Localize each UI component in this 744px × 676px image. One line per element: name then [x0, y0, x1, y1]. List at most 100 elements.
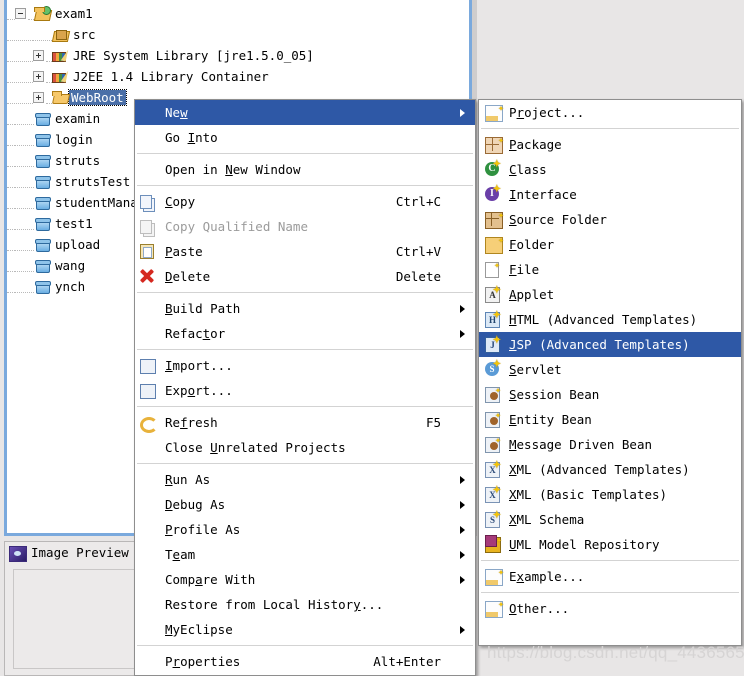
menu-item-debug-as[interactable]: Debug As	[135, 492, 475, 517]
menu-separator	[137, 153, 473, 154]
menu-item-refactor[interactable]: Refactor	[135, 321, 475, 346]
submenu-arrow-icon	[460, 330, 465, 338]
menu-item-source-folder[interactable]: ✦ Source Folder	[479, 207, 741, 232]
tree-item-j2ee-1-4-library-container[interactable]: J2EE 1.4 Library Container	[7, 65, 467, 86]
menu-item-applet[interactable]: A ✦ Applet	[479, 282, 741, 307]
menu-item-go-into[interactable]: Go Into	[135, 125, 475, 150]
menu-item-label: Build Path	[165, 301, 241, 316]
menu-item-html-advanced-templates[interactable]: H ✦ HTML (Advanced Templates)	[479, 307, 741, 332]
menu-item-label: XML (Advanced Templates)	[509, 462, 690, 477]
menu-item-label: Go Into	[165, 130, 218, 145]
menu-item-export[interactable]: Export...	[135, 378, 475, 403]
tree-item-exam1[interactable]: exam1	[7, 2, 467, 23]
menu-item-jsp-advanced-templates[interactable]: J ✦ JSP (Advanced Templates)	[479, 332, 741, 357]
tree-item-label: upload	[55, 237, 101, 252]
new-badge-icon: ✦	[497, 567, 504, 578]
tree-connector	[15, 197, 34, 209]
menu-item-label: Run As	[165, 472, 211, 487]
new-badge-icon: ✦	[492, 285, 501, 296]
tree-item-label: login	[55, 132, 93, 147]
servlet-icon: S ✦	[485, 360, 501, 376]
package-icon: ✦	[485, 136, 504, 154]
project-icon: ✦	[485, 104, 504, 122]
menu-item-build-path[interactable]: Build Path	[135, 296, 475, 321]
export-icon	[140, 384, 156, 399]
delete-icon	[140, 269, 154, 283]
menu-item-restore-from-local-history[interactable]: Restore from Local History...	[135, 592, 475, 617]
project-closed-icon	[34, 132, 51, 147]
menu-item-xml-advanced-templates[interactable]: X ✦ XML (Advanced Templates)	[479, 457, 741, 482]
new-submenu[interactable]: ✦ Project... ✦ Package C ✦ Class I ✦ Interface ✦ So…	[478, 99, 742, 646]
project-closed-icon	[34, 111, 51, 126]
tree-expand-toggle[interactable]	[33, 92, 44, 103]
menu-item-profile-as[interactable]: Profile As	[135, 517, 475, 542]
menu-separator	[481, 592, 739, 593]
menu-item-xml-schema[interactable]: S ✦ XML Schema	[479, 507, 741, 532]
menu-item-project[interactable]: ✦ Project...	[479, 100, 741, 125]
tree-expand-toggle[interactable]	[33, 71, 44, 82]
image-preview-icon	[9, 545, 27, 562]
project-closed-icon	[34, 258, 51, 273]
project-context-menu[interactable]: New Go Into Open in New Window Copy Ctrl+C Co…	[134, 99, 476, 676]
menu-separator	[137, 292, 473, 293]
menu-item-paste[interactable]: Paste Ctrl+V	[135, 239, 475, 264]
menu-item-copy[interactable]: Copy Ctrl+C	[135, 189, 475, 214]
tree-item-label: J2EE 1.4 Library Container	[73, 69, 269, 84]
menu-item-run-as[interactable]: Run As	[135, 467, 475, 492]
menu-separator	[137, 406, 473, 407]
copy-icon	[140, 195, 152, 209]
menu-item-entity-bean[interactable]: ✦ Entity Bean	[479, 407, 741, 432]
menu-item-folder[interactable]: ✦ Folder	[479, 232, 741, 257]
menu-item-label: Debug As	[165, 497, 226, 512]
new-badge-icon: ✦	[492, 159, 501, 170]
menu-item-open-in-new-window[interactable]: Open in New Window	[135, 157, 475, 182]
menu-item-other[interactable]: ✦ Other...	[479, 596, 741, 621]
menu-item-compare-with[interactable]: Compare With	[135, 567, 475, 592]
tree-connector	[15, 218, 34, 230]
session-bean-icon: ✦	[485, 386, 501, 403]
new-badge-icon: ✦	[495, 535, 502, 546]
applet-icon: A ✦	[485, 285, 501, 303]
menu-item-class[interactable]: C ✦ Class	[479, 157, 741, 182]
menu-item-session-bean[interactable]: ✦ Session Bean	[479, 382, 741, 407]
tree-connector	[7, 176, 15, 188]
menu-item-message-driven-bean[interactable]: ✦ Message Driven Bean	[479, 432, 741, 457]
tree-expand-toggle[interactable]	[33, 50, 44, 61]
tree-connector	[7, 281, 15, 293]
menu-item-label: Restore from Local History...	[165, 597, 384, 612]
menu-item-xml-basic-templates[interactable]: X ✦ XML (Basic Templates)	[479, 482, 741, 507]
menu-item-interface[interactable]: I ✦ Interface	[479, 182, 741, 207]
menu-item-import[interactable]: Import...	[135, 353, 475, 378]
tree-connector	[7, 113, 15, 125]
menu-item-label: Open in New Window	[165, 162, 301, 177]
menu-item-properties[interactable]: Properties Alt+Enter	[135, 649, 475, 674]
menu-item-refresh[interactable]: Refresh F5	[135, 410, 475, 435]
watermark: https://blog.csdn.net/qq_44365652	[487, 643, 744, 662]
menu-item-delete[interactable]: Delete Delete	[135, 264, 475, 289]
tree-item-label: ynch	[55, 279, 86, 294]
image-preview-tab-label: Image Preview	[31, 545, 129, 560]
tree-item-jre-system-library-jre1-5-0-05[interactable]: JRE System Library [jre1.5.0_05]	[7, 44, 467, 65]
tree-connector	[7, 50, 33, 62]
menu-item-new[interactable]: New	[135, 100, 475, 125]
menu-item-file[interactable]: ✦ File	[479, 257, 741, 282]
message-bean-icon: ✦	[485, 436, 501, 453]
menu-item-label: File	[509, 262, 540, 277]
tree-item-src[interactable]: src	[7, 23, 467, 44]
menu-item-close-unrelated-projects[interactable]: Close Unrelated Projects	[135, 435, 475, 460]
menu-item-myeclipse[interactable]: MyEclipse	[135, 617, 475, 642]
menu-item-team[interactable]: Team	[135, 542, 475, 567]
tree-connector	[15, 134, 34, 146]
menu-item-label: Copy	[165, 194, 196, 209]
menu-item-uml-model-repository[interactable]: ✦ UML Model Repository	[479, 532, 741, 557]
menu-item-label: XML (Basic Templates)	[509, 487, 668, 502]
new-badge-icon: ✦	[492, 485, 501, 496]
menu-item-example[interactable]: ✦ Example...	[479, 564, 741, 589]
xml-schema-icon: S ✦	[485, 511, 501, 528]
menu-item-package[interactable]: ✦ Package	[479, 132, 741, 157]
menu-item-label: Export...	[165, 383, 233, 398]
menu-item-servlet[interactable]: S ✦ Servlet	[479, 357, 741, 382]
tree-expand-toggle[interactable]	[15, 8, 26, 19]
menu-item-label: UML Model Repository	[509, 537, 660, 552]
new-badge-icon: ✦	[492, 335, 501, 346]
